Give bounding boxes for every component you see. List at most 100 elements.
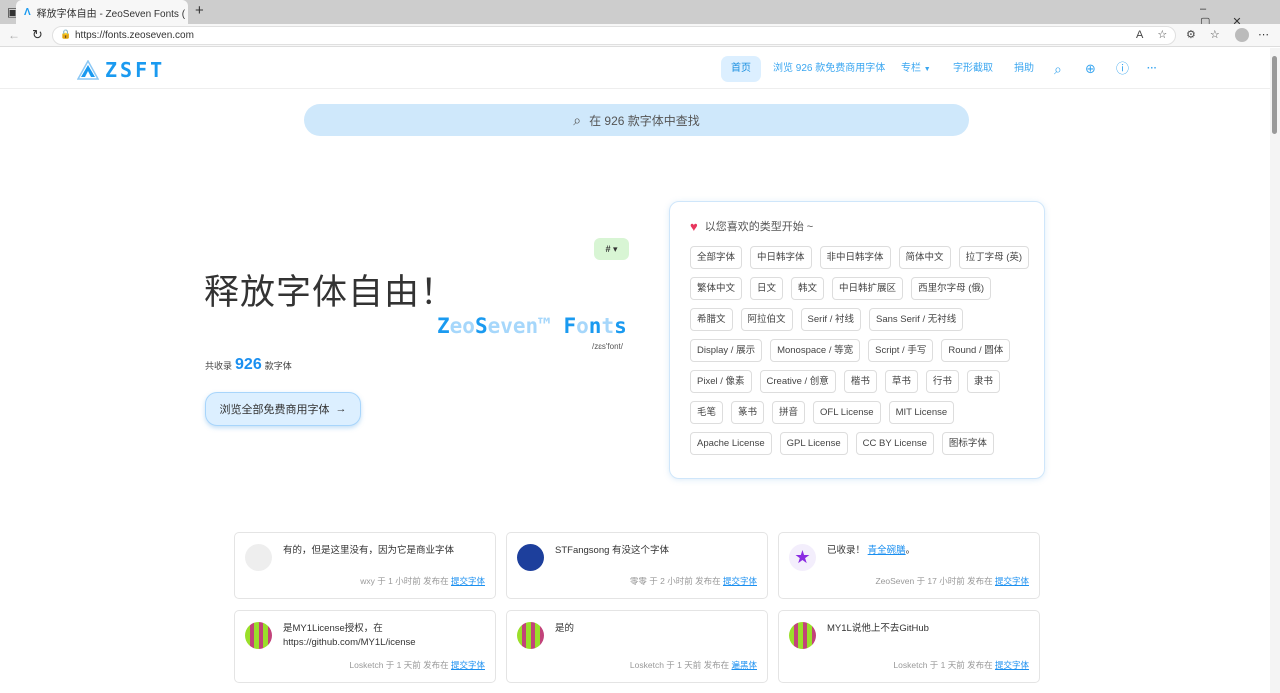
comment-card[interactable]: MY1L说他上不去GitHub Losketch 于 1 天前 发布在 提交字体 <box>778 610 1040 683</box>
comment-card[interactable]: STFangsong 有没这个字体 零零 于 2 小时前 发布在 提交字体 <box>506 532 768 599</box>
new-tab-icon[interactable]: + <box>195 2 204 19</box>
help-icon[interactable]: ⓘ <box>1106 56 1139 82</box>
category-tag[interactable]: 韩文 <box>791 277 825 300</box>
category-tag[interactable]: Monospace / 等宽 <box>770 339 861 362</box>
nav-donate[interactable]: 捐助 <box>1004 56 1044 82</box>
comment-text: MY1L说他上不去GitHub <box>827 623 929 634</box>
category-tag[interactable]: MIT License <box>888 401 955 424</box>
category-tag[interactable]: Sans Serif / 无衬线 <box>868 308 964 331</box>
hash-dropdown[interactable]: # ▾ <box>594 238 629 260</box>
avatar[interactable] <box>517 544 544 571</box>
comment-location-link[interactable]: 提交字体 <box>451 576 485 586</box>
avatar[interactable]: ★ <box>789 544 816 571</box>
browser-tab[interactable]: Λ 释放字体自由 - ZeoSeven Fonts ( ✕ <box>16 0 188 24</box>
comment-text: 是的 <box>555 623 575 634</box>
more-icon[interactable]: ··· <box>1137 56 1167 82</box>
category-tag[interactable]: Display / 展示 <box>690 339 763 362</box>
heart-icon: ♥ <box>690 218 698 234</box>
category-tag[interactable]: 希腊文 <box>690 308 733 331</box>
category-tag[interactable]: 中日韩扩展区 <box>832 277 904 300</box>
browser-toolbar-icons[interactable]: A☆ <box>1136 28 1181 41</box>
lock-icon[interactable]: 🔒 <box>60 29 71 40</box>
category-tag[interactable]: 简体中文 <box>898 246 951 269</box>
category-tag[interactable]: Pixel / 像素 <box>690 370 752 393</box>
nav-home[interactable]: 首页 <box>721 56 761 82</box>
search-icon: ⌕ <box>573 111 582 128</box>
comment-meta: 零零 于 2 小时前 发布在 提交字体 <box>629 576 757 586</box>
comment-card[interactable]: 是的 Losketch 于 1 天前 发布在 遍黑体 <box>506 610 768 683</box>
category-tag[interactable]: 行书 <box>925 370 959 393</box>
logo-icon <box>77 60 99 80</box>
comment-text: 已收录！ 青全碗膳。 <box>827 545 916 556</box>
url-input[interactable]: https://fonts.zeoseven.com <box>52 26 1176 45</box>
comment-location-link[interactable]: 提交字体 <box>995 576 1029 586</box>
category-tag[interactable]: CC BY License <box>855 432 934 455</box>
avatar[interactable] <box>517 622 544 649</box>
category-tag[interactable]: 中日韩字体 <box>750 246 812 269</box>
avatar[interactable] <box>789 622 816 649</box>
profile-avatar[interactable] <box>1235 28 1249 42</box>
category-tag[interactable]: Serif / 衬线 <box>800 308 861 331</box>
comment-location-link[interactable]: 提交字体 <box>995 660 1029 670</box>
tag-row: 毛笔 篆书 拼音 OFL License MIT License <box>690 401 1024 424</box>
category-tag[interactable]: 楷书 <box>843 370 877 393</box>
category-tag[interactable]: 拼音 <box>772 401 806 424</box>
nav-glyph-extract[interactable]: 字形截取 <box>943 56 1003 82</box>
url-text: https://fonts.zeoseven.com <box>75 30 194 41</box>
category-tag[interactable]: 毛笔 <box>690 401 724 424</box>
comment-location-link[interactable]: 提交字体 <box>723 576 757 586</box>
comment-card[interactable]: ★ 已收录！ 青全碗膳。 ZeoSeven 于 17 小时前 发布在 提交字体 <box>778 532 1040 599</box>
comment-card[interactable]: 是MY1License授权，在https://github.com/MY1L/i… <box>234 610 496 683</box>
category-tag[interactable]: 全部字体 <box>690 246 743 269</box>
comment-card[interactable]: 有的，但是这里没有，因为它是商业字体 wxy 于 1 小时前 发布在 提交字体 <box>234 532 496 599</box>
nav-browse[interactable]: 浏览 926 款免费商用字体 <box>763 56 895 82</box>
category-tag[interactable]: 日文 <box>750 277 784 300</box>
category-tag[interactable]: OFL License <box>813 401 881 424</box>
caret-down-icon: ▼ <box>923 66 931 73</box>
category-tag[interactable]: GPL License <box>779 432 848 455</box>
tag-row: 希腊文 阿拉伯文 Serif / 衬线 Sans Serif / 无衬线 <box>690 308 1024 331</box>
tag-row: Pixel / 像素 Creative / 创意 楷书 草书 行书 隶书 <box>690 370 1024 393</box>
tab-title: 释放字体自由 - ZeoSeven Fonts ( <box>36 8 186 20</box>
extensions-favorites-icons[interactable]: ⚙☆ <box>1186 28 1234 41</box>
arrow-right-icon: → <box>335 403 347 415</box>
category-tag[interactable]: 图标字体 <box>941 432 994 455</box>
category-tag[interactable]: Creative / 创意 <box>759 370 836 393</box>
scrollbar[interactable] <box>1270 48 1280 693</box>
comment-meta: Losketch 于 1 天前 发布在 遍黑体 <box>629 660 757 670</box>
tag-row: 繁体中文 日文 韩文 中日韩扩展区 西里尔字母 (俄) <box>690 277 1024 300</box>
category-tag[interactable]: 篆书 <box>731 401 765 424</box>
pronunciation: /zɛs'font/ <box>592 342 623 351</box>
comment-meta: wxy 于 1 小时前 发布在 提交字体 <box>360 576 485 586</box>
site-logo[interactable]: ZSFT <box>77 58 165 82</box>
category-tag[interactable]: 非中日韩字体 <box>819 246 891 269</box>
category-tag[interactable]: 草书 <box>884 370 918 393</box>
menu-icon[interactable]: ⋯ <box>1258 28 1269 41</box>
search-icon[interactable]: ⌕ <box>1044 56 1072 82</box>
category-tag[interactable]: 阿拉伯文 <box>740 308 793 331</box>
category-panel: ♥ 以您喜欢的类型开始 ~ 全部字体 中日韩字体 非中日韩字体 简体中文 拉丁字母 (英)… <box>669 201 1045 479</box>
scrollbar-thumb[interactable] <box>1272 56 1277 134</box>
browse-all-button[interactable]: 浏览全部免费商用字体 → <box>205 392 361 426</box>
back-icon[interactable]: ← <box>8 28 20 42</box>
comment-location-link[interactable]: 遍黑体 <box>731 660 757 670</box>
comment-link[interactable]: 青全碗膳 <box>868 545 906 556</box>
tag-row: Display / 展示 Monospace / 等宽 Script / 手写 Rou… <box>690 339 1024 362</box>
reload-icon[interactable]: ↻ <box>32 27 43 43</box>
font-count: 共收录 926 款字体 <box>205 356 292 373</box>
category-tag[interactable]: 拉丁字母 (英) <box>958 246 1030 269</box>
add-icon[interactable]: ⊕ <box>1075 56 1106 82</box>
category-tag[interactable]: Round / 圆体 <box>941 339 1011 362</box>
nav-column[interactable]: 专栏 ▼ <box>891 56 941 82</box>
category-tag[interactable]: 隶书 <box>966 370 1000 393</box>
avatar[interactable] <box>245 622 272 649</box>
category-tag[interactable]: 西里尔字母 (俄) <box>911 277 992 300</box>
avatar[interactable] <box>245 544 272 571</box>
comment-location-link[interactable]: 提交字体 <box>451 660 485 670</box>
category-tag[interactable]: Apache License <box>690 432 772 455</box>
category-tag[interactable]: Script / 手写 <box>868 339 934 362</box>
font-search-input[interactable]: ⌕ 在 926 款字体中查找 <box>304 104 969 136</box>
tag-row: 全部字体 中日韩字体 非中日韩字体 简体中文 拉丁字母 (英) <box>690 246 1030 269</box>
category-tag[interactable]: 繁体中文 <box>690 277 743 300</box>
logo-text: ZSFT <box>105 58 166 82</box>
